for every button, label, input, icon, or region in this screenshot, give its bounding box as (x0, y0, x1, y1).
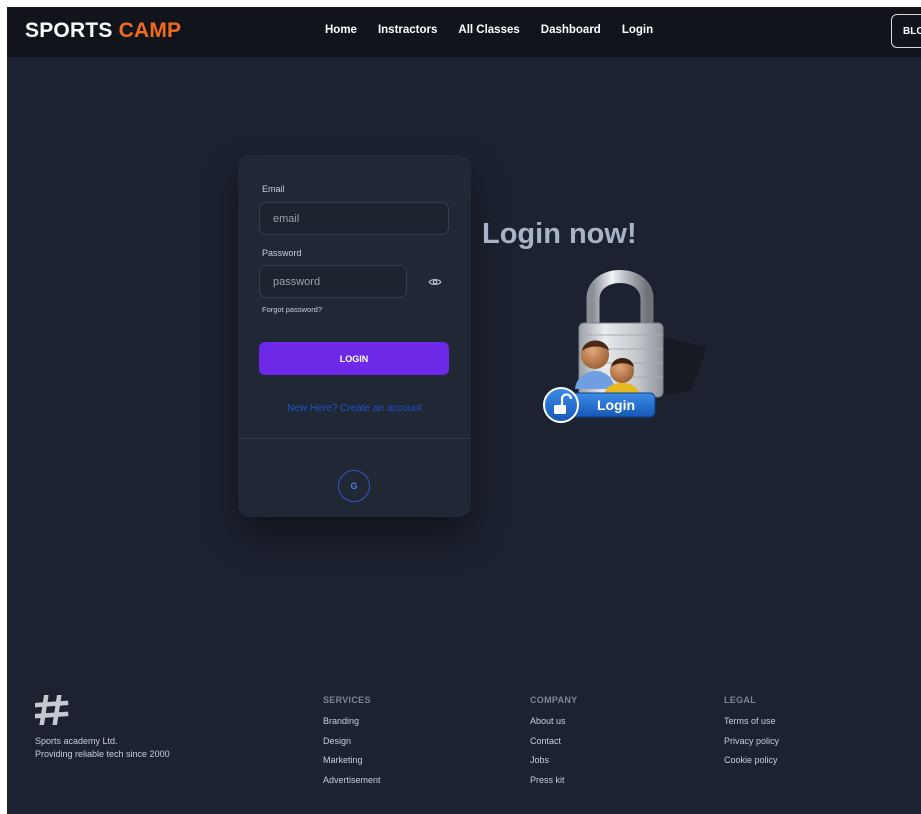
nav-links: Home Instractors All Classes Dashboard L… (325, 24, 674, 36)
hero-title: Login now! (482, 218, 637, 250)
brand-logo[interactable]: SPORTS CAMP (25, 19, 181, 43)
login-submit-button[interactable]: LOGIN (259, 342, 449, 375)
nav-link-login[interactable]: Login (622, 24, 653, 36)
footer-legal-heading: LEGAL (724, 695, 756, 705)
footer-link-cookie-policy[interactable]: Cookie policy (724, 755, 779, 765)
eye-icon[interactable] (428, 275, 442, 289)
footer-company-column: COMPANY About us Contact Jobs Press kit (530, 695, 577, 794)
brand-text-primary: SPORTS (25, 19, 113, 42)
nav-link-all-classes[interactable]: All Classes (458, 24, 519, 36)
footer-link-contact[interactable]: Contact (530, 736, 577, 746)
brand-text-accent: CAMP (118, 19, 182, 42)
login-card: Email Password Forgot password? LOGIN Ne… (238, 155, 471, 517)
card-divider (238, 438, 471, 439)
password-label: Password (262, 248, 302, 258)
nav-link-instractors[interactable]: Instractors (378, 24, 437, 36)
google-icon: G (350, 481, 358, 491)
password-input[interactable] (259, 265, 407, 298)
footer-link-about-us[interactable]: About us (530, 716, 577, 726)
blog-button[interactable]: BLOG (891, 14, 921, 48)
footer-company-heading: COMPANY (530, 695, 578, 705)
footer-link-terms-of-use[interactable]: Terms of use (724, 716, 779, 726)
footer-legal-column: LEGAL Terms of use Privacy policy Cookie… (724, 695, 779, 775)
email-label: Email (262, 184, 285, 194)
footer-link-press-kit[interactable]: Press kit (530, 775, 577, 785)
footer-company-info: Sports academy Ltd. Providing reliable t… (35, 735, 170, 761)
footer-company-name: Sports academy Ltd. (35, 736, 118, 746)
footer-link-privacy-policy[interactable]: Privacy policy (724, 736, 779, 746)
nav-link-home[interactable]: Home (325, 24, 357, 36)
footer-link-design[interactable]: Design (323, 736, 381, 746)
footer-link-jobs[interactable]: Jobs (530, 755, 577, 765)
email-input[interactable] (259, 202, 449, 235)
login-padlock-illustration: Login (543, 270, 707, 423)
footer-services-heading: SERVICES (323, 695, 371, 705)
footer-link-branding[interactable]: Branding (323, 716, 381, 726)
nav-link-dashboard[interactable]: Dashboard (541, 24, 601, 36)
app-frame: SPORTS CAMP Home Instractors All Classes… (7, 7, 921, 814)
footer-link-marketing[interactable]: Marketing (323, 755, 381, 765)
footer-company-tagline: Providing reliable tech since 2000 (35, 749, 170, 759)
navbar: SPORTS CAMP Home Instractors All Classes… (7, 7, 921, 57)
illustration-login-label: Login (597, 397, 635, 413)
google-login-button[interactable]: G (338, 470, 370, 502)
forgot-password-link[interactable]: Forgot password? (262, 305, 322, 314)
hashtag-icon (35, 695, 69, 725)
footer-link-advertisement[interactable]: Advertisement (323, 775, 381, 785)
create-account-link[interactable]: New Here? Create an account (238, 403, 471, 414)
footer-services-column: SERVICES Branding Design Marketing Adver… (323, 695, 381, 794)
